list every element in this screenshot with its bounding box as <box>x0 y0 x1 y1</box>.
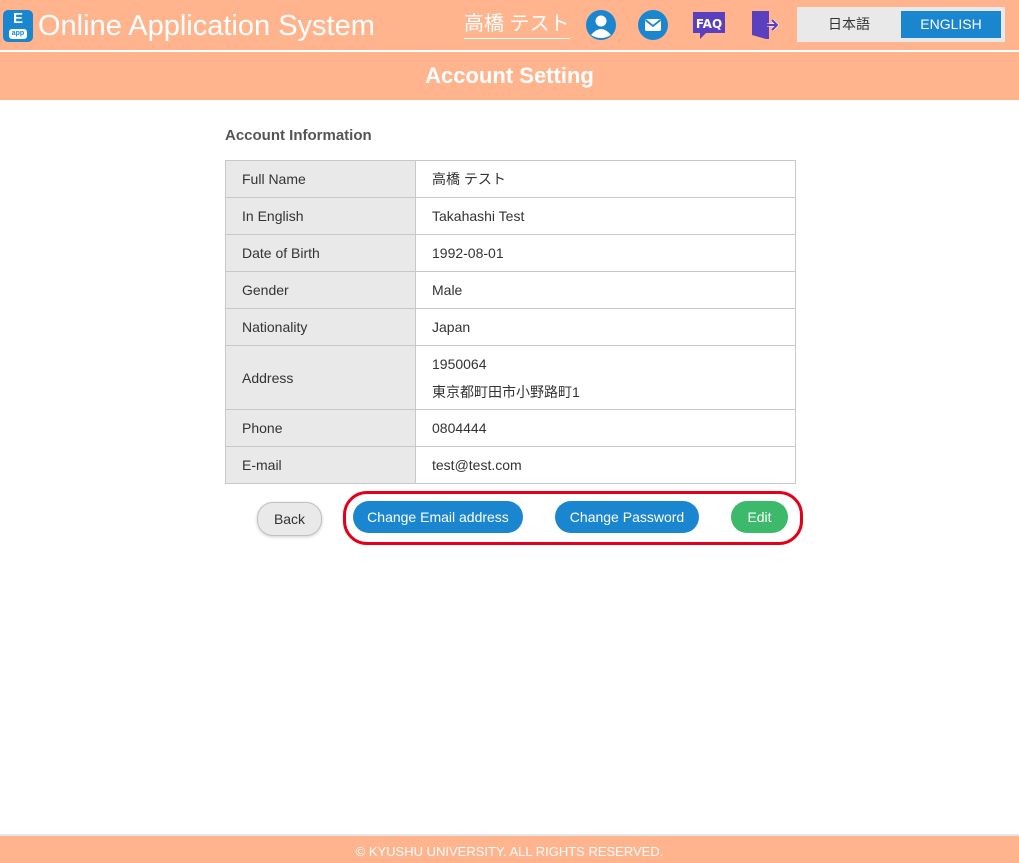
language-switcher: 日本語 ENGLISH <box>797 7 1005 42</box>
page-title-bar: Account Setting <box>0 52 1019 100</box>
section-title: Account Information <box>225 127 372 144</box>
table-row: Address 1950064 東京都町田市小野路町1 <box>225 345 796 410</box>
account-info-table: Full Name 高橋 テスト In English Takahashi Te… <box>225 160 796 484</box>
row-label: Address <box>225 345 416 410</box>
app-title[interactable]: Online Application System <box>38 8 375 44</box>
row-label: In English <box>225 197 416 235</box>
faq-label: FAQ <box>696 17 722 31</box>
footer: © KYUSHU UNIVERSITY. ALL RIGHTS RESERVED… <box>0 834 1019 863</box>
page-title: Account Setting <box>425 63 594 88</box>
address-postal-code: 1950064 <box>432 355 487 372</box>
logo-letter: E <box>12 10 23 27</box>
table-row: Gender Male <box>225 271 796 309</box>
row-label: Phone <box>225 409 416 447</box>
row-value: 高橋 テスト <box>415 160 796 198</box>
row-value: Male <box>415 271 796 309</box>
user-name-link[interactable]: 高橋 テスト <box>464 11 570 39</box>
row-value: test@test.com <box>415 446 796 484</box>
table-row: Date of Birth 1992-08-01 <box>225 234 796 272</box>
table-row: Full Name 高橋 テスト <box>225 160 796 198</box>
row-label: E-mail <box>225 446 416 484</box>
table-row: Nationality Japan <box>225 308 796 346</box>
footer-copyright: © KYUSHU UNIVERSITY. ALL RIGHTS RESERVED… <box>355 844 664 859</box>
row-value: 1992-08-01 <box>415 234 796 272</box>
back-button[interactable]: Back <box>257 502 322 536</box>
edit-button[interactable]: Edit <box>731 501 788 533</box>
row-label: Nationality <box>225 308 416 346</box>
mail-icon[interactable] <box>637 9 669 41</box>
lang-japanese-button[interactable]: 日本語 <box>797 7 901 42</box>
table-row: In English Takahashi Test <box>225 197 796 235</box>
table-row: Phone 0804444 <box>225 409 796 447</box>
logout-icon[interactable] <box>749 9 781 41</box>
row-value: Takahashi Test <box>415 197 796 235</box>
app-logo-icon[interactable]: E app <box>3 10 33 42</box>
profile-icon[interactable] <box>585 9 617 41</box>
table-row: E-mail test@test.com <box>225 446 796 484</box>
top-header: E app Online Application System 高橋 テスト F… <box>0 0 1019 50</box>
change-email-button[interactable]: Change Email address <box>353 501 523 533</box>
row-label: Full Name <box>225 160 416 198</box>
change-password-button[interactable]: Change Password <box>555 501 699 533</box>
row-label: Date of Birth <box>225 234 416 272</box>
row-value: 1950064 東京都町田市小野路町1 <box>415 345 796 410</box>
faq-icon[interactable]: FAQ <box>691 9 727 41</box>
address-text: 東京都町田市小野路町1 <box>432 383 580 400</box>
logo-sub: app <box>9 29 27 39</box>
row-value: 0804444 <box>415 409 796 447</box>
row-value: Japan <box>415 308 796 346</box>
row-label: Gender <box>225 271 416 309</box>
lang-english-button[interactable]: ENGLISH <box>901 11 1001 38</box>
